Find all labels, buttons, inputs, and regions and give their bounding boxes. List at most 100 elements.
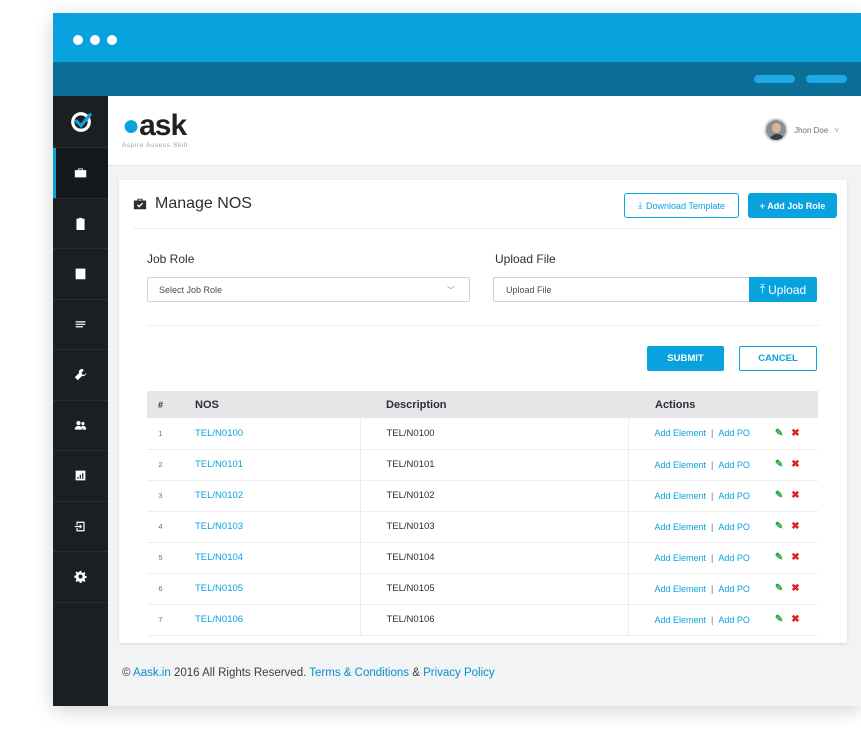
edit-icon[interactable]: ✎ xyxy=(775,428,783,439)
delete-icon[interactable]: ✖ xyxy=(791,552,799,563)
add-element-link[interactable]: Add Element xyxy=(655,615,707,625)
briefcase-icon xyxy=(74,168,87,178)
add-element-link[interactable]: Add Element xyxy=(655,553,707,563)
col-header-nos[interactable]: NOS xyxy=(174,391,360,418)
add-element-link[interactable]: Add Element xyxy=(655,584,707,594)
sidebar-item-login[interactable] xyxy=(53,502,108,552)
nos-link[interactable]: TEL/N0102 xyxy=(195,490,243,501)
row-number: 2 xyxy=(147,449,174,481)
brand-wordmark: ●ask xyxy=(122,109,187,142)
divider xyxy=(147,325,819,326)
gear-icon xyxy=(74,571,87,584)
table-header-row: # NOS Description Actions xyxy=(147,391,818,418)
row-actions: Add Element | Add PO ✎ ✖ xyxy=(655,490,819,501)
nos-link[interactable]: TEL/N0105 xyxy=(195,583,243,594)
download-template-label: Download Template xyxy=(646,200,725,211)
row-number: 4 xyxy=(147,511,174,543)
table-row: 5 TEL/N0104 TEL/N0104 Add Element | Add PO ✎ ✖ xyxy=(147,542,819,574)
nos-link[interactable]: TEL/N0103 xyxy=(195,521,243,532)
delete-icon[interactable]: ✖ xyxy=(791,583,799,594)
sidebar-item-settings[interactable] xyxy=(53,552,108,603)
delete-icon[interactable]: ✖ xyxy=(791,459,799,470)
sidebar xyxy=(53,96,108,706)
window-dot-maximize[interactable] xyxy=(107,35,117,45)
edit-icon[interactable]: ✎ xyxy=(775,552,783,563)
brand-tagline: Aspire Assess Skill xyxy=(122,142,188,149)
add-po-link[interactable]: Add PO xyxy=(718,522,750,532)
add-element-link[interactable]: Add Element xyxy=(655,428,707,438)
bar-chart-icon xyxy=(75,470,86,481)
cancel-button[interactable]: CANCEL xyxy=(739,346,817,371)
row-actions: Add Element | Add PO ✎ ✖ xyxy=(655,552,819,563)
add-po-link[interactable]: Add PO xyxy=(718,428,750,438)
sidebar-item-assessments[interactable] xyxy=(53,199,108,249)
nos-table: # NOS Description Actions 1 TEL/N0100 TEL/… xyxy=(147,391,818,636)
user-name: Jhon Doe xyxy=(794,125,829,135)
edit-icon[interactable]: ✎ xyxy=(775,583,783,594)
action-separator: | xyxy=(711,552,714,563)
action-separator: | xyxy=(711,459,714,470)
submit-button[interactable]: SUBMIT xyxy=(647,346,724,371)
nos-link[interactable]: TEL/N0104 xyxy=(195,552,243,563)
nos-link[interactable]: TEL/N0100 xyxy=(195,428,243,439)
row-actions: Add Element | Add PO ✎ ✖ xyxy=(655,614,819,625)
description-cell: TEL/N0105 xyxy=(359,573,628,605)
col-header-description[interactable]: Description xyxy=(360,391,628,418)
upload-button[interactable]: ⤒ Upload xyxy=(749,277,817,302)
add-po-link[interactable]: Add PO xyxy=(718,491,750,501)
edit-icon[interactable]: ✎ xyxy=(775,490,783,501)
sidebar-item-nos[interactable] xyxy=(53,148,108,199)
job-role-label: Job Role xyxy=(147,252,195,266)
job-role-select[interactable]: Select Job Role ﹀ xyxy=(147,277,470,302)
description-cell: TEL/N0104 xyxy=(359,542,628,574)
delete-icon[interactable]: ✖ xyxy=(791,490,799,501)
nos-link[interactable]: TEL/N0101 xyxy=(195,459,243,470)
edit-icon[interactable]: ✎ xyxy=(775,614,783,625)
edit-icon[interactable]: ✎ xyxy=(775,521,783,532)
download-template-button[interactable]: ⤓ Download Template xyxy=(624,193,739,218)
footer-terms-link[interactable]: Terms & Conditions xyxy=(309,667,409,679)
sidebar-item-tools[interactable] xyxy=(53,350,108,401)
add-element-link[interactable]: Add Element xyxy=(655,460,707,470)
row-actions: Add Element | Add PO ✎ ✖ xyxy=(655,428,819,439)
add-po-link[interactable]: Add PO xyxy=(718,460,750,470)
col-header-num: # xyxy=(157,399,163,410)
upload-file-field[interactable]: Upload File xyxy=(493,277,749,302)
add-po-link[interactable]: Add PO xyxy=(718,553,750,563)
user-menu[interactable]: Jhon Doe ˅ xyxy=(764,118,839,142)
sidebar-item-analytics[interactable] xyxy=(53,451,108,502)
app-header: ●ask Aspire Assess Skill Jhon Doe ˅ xyxy=(108,96,861,166)
delete-icon[interactable]: ✖ xyxy=(791,428,799,439)
add-po-link[interactable]: Add PO xyxy=(718,584,750,594)
add-job-role-button[interactable]: + Add Job Role xyxy=(748,193,837,218)
toolbar-pill-2[interactable] xyxy=(806,75,847,83)
window-dot-minimize[interactable] xyxy=(90,35,100,45)
sidebar-item-users[interactable] xyxy=(53,401,108,451)
add-po-link[interactable]: Add PO xyxy=(718,615,750,625)
upload-icon: ⤒ xyxy=(759,282,766,296)
sign-in-icon xyxy=(74,521,85,532)
divider xyxy=(133,228,833,229)
row-number: 5 xyxy=(147,542,174,574)
add-element-link[interactable]: Add Element xyxy=(655,522,707,532)
footer-privacy-link[interactable]: Privacy Policy xyxy=(423,667,495,679)
add-element-link[interactable]: Add Element xyxy=(655,491,707,501)
delete-icon[interactable]: ✖ xyxy=(791,614,799,625)
sidebar-logo[interactable] xyxy=(53,96,108,148)
row-actions: Add Element | Add PO ✎ ✖ xyxy=(655,459,819,470)
nos-link[interactable]: TEL/N0106 xyxy=(195,614,243,625)
toolbar-pill-1[interactable] xyxy=(754,75,795,83)
edit-icon[interactable]: ✎ xyxy=(775,459,783,470)
title-bar xyxy=(53,13,861,62)
avatar xyxy=(764,118,789,142)
sidebar-item-reports[interactable] xyxy=(53,300,108,350)
brand-logo[interactable]: ●ask Aspire Assess Skill xyxy=(122,109,188,150)
window-dot-close[interactable] xyxy=(73,35,83,45)
description-cell: TEL/N0103 xyxy=(359,511,628,543)
upload-button-label: Upload xyxy=(768,282,807,297)
delete-icon[interactable]: ✖ xyxy=(791,521,799,532)
sidebar-item-candidates[interactable] xyxy=(53,249,108,300)
chevron-down-icon: ˅ xyxy=(834,125,839,135)
footer-site-link[interactable]: Aask.in xyxy=(133,667,171,679)
footer-copyright: © xyxy=(122,667,134,679)
